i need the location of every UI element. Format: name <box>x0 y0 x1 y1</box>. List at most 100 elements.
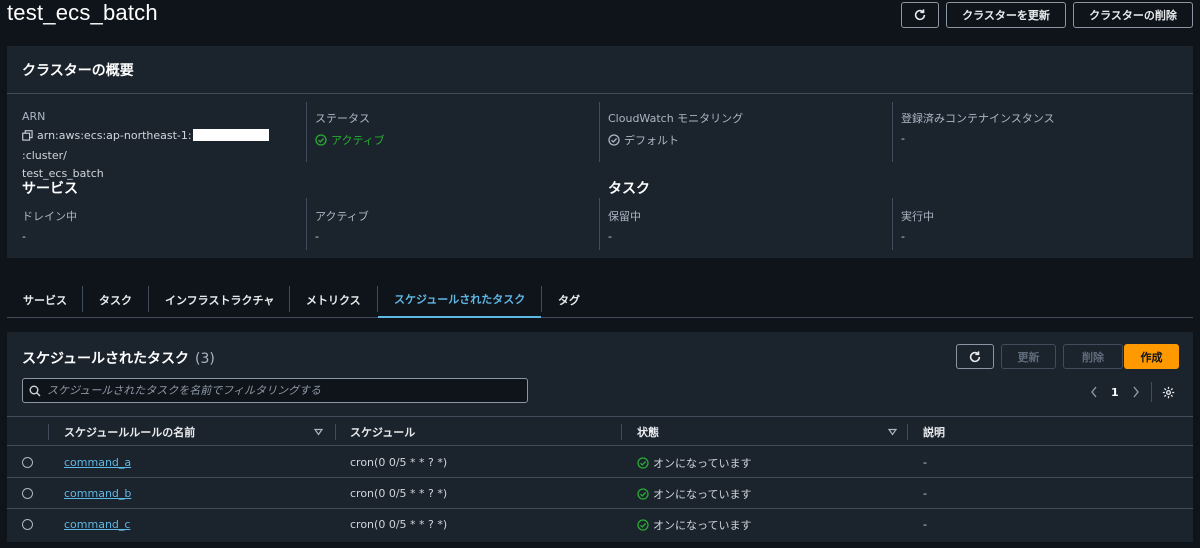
row-select[interactable] <box>22 447 33 478</box>
cluster-overview-panel: クラスターの概要 ARN arn:aws:ecs:ap-northeast-1:… <box>7 46 1193 258</box>
overview-header: クラスターの概要 <box>7 46 1193 94</box>
active-services-field: アクティブ - <box>315 208 369 243</box>
scheduled-tasks-panel: スケジュールされたタスク (3) 更新 削除 作成 1 スケジュールルールの名前 … <box>7 332 1193 542</box>
row-select[interactable] <box>22 509 33 540</box>
column-divider <box>335 424 336 440</box>
scheduled-tasks-heading: スケジュールされたタスク <box>22 351 190 367</box>
rule-name-link[interactable]: command_a <box>64 456 131 469</box>
tab-services[interactable]: サービス <box>23 282 67 318</box>
rule-name-link[interactable]: command_b <box>64 487 131 500</box>
update-cluster-button[interactable]: クラスターを更新 <box>946 2 1066 28</box>
chevron-left-icon[interactable] <box>1089 385 1099 399</box>
status-text: アクティブ <box>331 134 385 147</box>
tab-tasks[interactable]: タスク <box>99 282 132 318</box>
row-select[interactable] <box>22 478 33 509</box>
tab-metrics[interactable]: メトリクス <box>306 282 361 318</box>
scheduled-tasks-title: スケジュールされたタスク (3) <box>22 348 215 368</box>
gear-icon[interactable] <box>1162 386 1175 399</box>
schedule-cell: cron(0 0/5 * * ? *) <box>350 518 448 531</box>
tab-scheduled-tasks[interactable]: スケジュールされたタスク <box>378 282 542 318</box>
schedule-cell: cron(0 0/5 * * ? *) <box>350 456 448 469</box>
running-value: - <box>901 230 905 243</box>
status-value: アクティブ <box>315 132 385 148</box>
radio-button[interactable] <box>22 488 33 499</box>
cloudwatch-label: CloudWatch モニタリング <box>608 112 744 125</box>
cloudwatch-value: デフォルト <box>608 132 743 148</box>
tab-infrastructure[interactable]: インフラストラクチャ <box>165 282 274 318</box>
state-text: オンになっています <box>653 487 752 501</box>
state-cell: オンになっています <box>637 509 751 540</box>
instances-label: 登録済みコンテナインスタンス <box>901 112 1055 125</box>
current-page[interactable]: 1 <box>1111 386 1119 399</box>
rule-name-link[interactable]: command_c <box>64 518 130 531</box>
arn-suffix: :cluster/ <box>22 149 67 162</box>
column-header-state[interactable]: 状態 <box>637 417 659 447</box>
state-text: オンになっています <box>653 518 752 532</box>
running-field: 実行中 - <box>901 208 934 243</box>
refresh-icon <box>914 9 926 21</box>
pending-value: - <box>608 230 612 243</box>
description-cell: - <box>923 456 927 469</box>
column-header-schedule[interactable]: スケジュール <box>350 417 415 447</box>
check-circle-icon <box>315 134 327 146</box>
check-circle-icon <box>608 134 620 146</box>
create-task-button[interactable]: 作成 <box>1124 344 1179 369</box>
check-circle-icon <box>637 487 649 500</box>
column-header-description[interactable]: 説明 <box>923 417 945 447</box>
cloudwatch-field: CloudWatch モニタリング デフォルト <box>608 110 743 148</box>
draining-label: ドレイン中 <box>22 210 77 223</box>
divider <box>306 102 307 162</box>
update-task-button[interactable]: 更新 <box>1001 344 1056 369</box>
scheduled-tasks-count: (3) <box>195 351 215 367</box>
filter-search-input[interactable] <box>47 384 507 397</box>
search-icon <box>29 385 41 396</box>
divider <box>892 102 893 162</box>
radio-button[interactable] <box>22 519 33 530</box>
tab-divider <box>148 286 149 312</box>
column-divider <box>907 424 908 440</box>
state-cell: オンになっています <box>637 447 751 478</box>
container-instances-field: 登録済みコンテナインスタンス - <box>901 110 1055 145</box>
filter-search-box <box>22 378 528 403</box>
divider <box>599 198 600 250</box>
chevron-right-icon[interactable] <box>1131 385 1141 399</box>
state-cell: オンになっています <box>637 478 751 509</box>
ecs-cluster-page: test_ecs_batch クラスターを更新 クラスターの削除 クラスターの概… <box>0 0 1200 548</box>
delete-cluster-button[interactable]: クラスターの削除 <box>1073 2 1193 28</box>
refresh-tasks-button[interactable] <box>956 344 994 369</box>
sort-caret-icon[interactable] <box>888 428 897 436</box>
sort-caret-icon[interactable] <box>314 428 323 436</box>
tasks-heading: タスク <box>608 181 650 197</box>
table-row[interactable]: command_b cron(0 0/5 * * ? *) オンになっています … <box>7 478 1193 509</box>
schedule-cell: cron(0 0/5 * * ? *) <box>350 487 448 500</box>
column-header-rule-name[interactable]: スケジュールルールの名前 <box>64 417 195 447</box>
cloudwatch-text: デフォルト <box>624 134 679 147</box>
status-label: ステータス <box>315 112 370 125</box>
active-label: アクティブ <box>315 210 369 223</box>
refresh-cluster-button[interactable] <box>901 2 939 28</box>
tab-divider <box>541 286 542 312</box>
running-label: 実行中 <box>901 210 934 223</box>
refresh-icon <box>969 350 981 362</box>
copy-icon[interactable] <box>22 129 33 147</box>
arn-value: arn:aws:ecs:ap-northeast-1::cluster/ tes… <box>22 127 302 183</box>
tab-divider <box>289 286 290 312</box>
pagination: 1 <box>1089 382 1175 402</box>
radio-button[interactable] <box>22 457 33 468</box>
table-row[interactable]: command_a cron(0 0/5 * * ? *) オンになっています … <box>7 447 1193 478</box>
divider <box>599 102 600 162</box>
pager-divider <box>1150 382 1152 402</box>
instances-value: - <box>901 132 905 145</box>
cluster-tabs: サービス タスク インフラストラクチャ メトリクス スケジュールされたタスク タ… <box>7 282 1193 318</box>
redacted-account-id <box>192 129 269 141</box>
delete-task-button[interactable]: 削除 <box>1063 344 1123 369</box>
table-row[interactable]: command_c cron(0 0/5 * * ? *) オンになっています … <box>7 509 1193 540</box>
tab-tags[interactable]: タグ <box>558 282 580 318</box>
column-divider <box>621 424 622 440</box>
pending-label: 保留中 <box>608 210 641 223</box>
column-divider <box>48 424 49 440</box>
page-title: test_ecs_batch <box>7 0 158 25</box>
divider <box>892 198 893 250</box>
draining-field: ドレイン中 - <box>22 208 77 243</box>
tab-divider <box>82 286 83 312</box>
